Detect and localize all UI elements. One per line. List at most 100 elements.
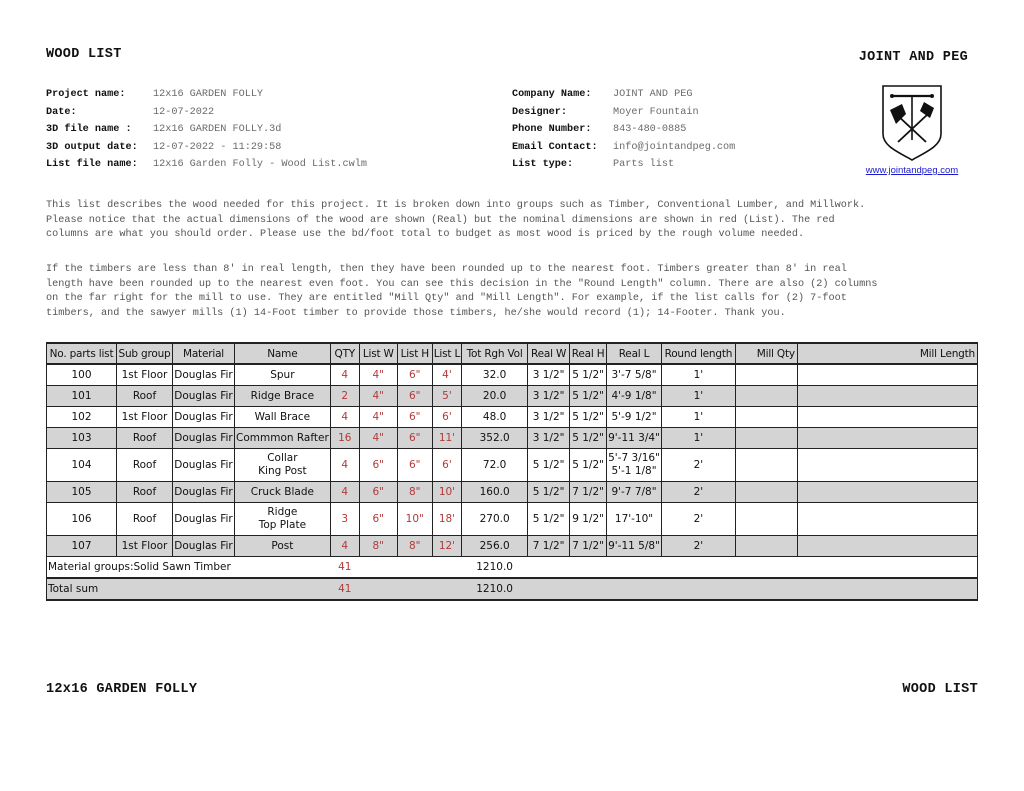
sub-group-cell: Roof (116, 481, 173, 503)
part-name-cell: Cruck Blade (234, 481, 331, 503)
list-length-cell: 18' (431, 502, 463, 536)
table-body: 100 1st Floor Douglas Fir Spur 4 4" 6" 4' 32.0 3 … (46, 363, 979, 557)
table-row: 101 Roof Douglas Fir Ridge Brace 2 4" 6" 5' 20.0… (46, 385, 979, 407)
part-number-cell: 104 (46, 448, 117, 482)
material-cell: Douglas Fir (172, 385, 235, 407)
wood-list-table: No. parts list Sub group Material Name Q… (46, 342, 979, 601)
part-name-cell: Spur (234, 363, 331, 386)
company-info: Company Name: JOINT AND PEG Designer: Moye… (512, 86, 735, 174)
list-height-cell: 6" (396, 427, 433, 449)
list-length-cell: 5' (431, 385, 463, 407)
quantity-cell: 16 (329, 427, 360, 449)
footer-project-name: 12x16 GARDEN FOLLY (46, 682, 198, 697)
list-width-cell: 4" (358, 385, 398, 407)
mill-length-cell[interactable] (796, 363, 979, 386)
table-header-row: No. parts list Sub group Material Name Q… (46, 342, 979, 365)
round-length-cell: 2' (660, 502, 736, 536)
info-label: Company Name: (512, 89, 592, 100)
mill-length-cell[interactable] (796, 448, 979, 482)
real-length-line: 4'-9 1/8" (611, 390, 657, 402)
list-height-cell: 8" (396, 481, 433, 503)
group-volume: 1210.0 (461, 556, 528, 578)
column-header[interactable]: Real H (569, 342, 608, 365)
column-header[interactable]: Mill Length (796, 342, 979, 365)
mill-length-cell[interactable] (796, 481, 979, 503)
mill-length-cell[interactable] (796, 406, 979, 428)
column-header[interactable]: List W (358, 342, 398, 365)
info-label: List file name: (46, 159, 138, 170)
mill-length-cell[interactable] (796, 385, 979, 407)
real-length-cell: 9'-11 5/8" (606, 535, 662, 557)
column-header[interactable]: Real L (606, 342, 662, 365)
round-length-cell: 1' (660, 406, 736, 428)
list-length-cell: 6' (431, 448, 463, 482)
column-header[interactable]: Mill Qty (734, 342, 798, 365)
phone-row: Phone Number: 843-480-0885 (512, 121, 735, 139)
mill-qty-cell[interactable] (734, 481, 798, 503)
quantity-cell: 4 (329, 406, 360, 428)
part-number-cell: 105 (46, 481, 117, 503)
part-number-cell: 100 (46, 363, 117, 386)
real-width-cell: 3 1/2" (527, 385, 571, 407)
part-number-cell: 101 (46, 385, 117, 407)
sub-group-cell: 1st Floor (116, 363, 173, 386)
email-row: Email Contact: info@jointandpeg.com (512, 139, 735, 157)
real-height-cell: 5 1/2" (569, 427, 608, 449)
part-number-cell: 102 (46, 406, 117, 428)
rough-volume-cell: 256.0 (461, 535, 529, 557)
list-width-cell: 6" (358, 481, 398, 503)
material-cell: Douglas Fir (172, 363, 235, 386)
list-height-cell: 6" (396, 448, 433, 482)
column-header[interactable]: Sub group (116, 342, 173, 365)
real-length-cell: 4'-9 1/8" (606, 385, 662, 407)
part-name-cell: Wall Brace (234, 406, 331, 428)
column-header[interactable]: List H (396, 342, 433, 365)
column-header[interactable]: Round length (660, 342, 736, 365)
material-cell: Douglas Fir (172, 481, 235, 503)
column-header[interactable]: Name (234, 342, 331, 365)
table-row: 103 Roof Douglas Fir Commmon Rafter 16 4" 6" 11… (46, 427, 979, 449)
real-length-line: 17'-10" (614, 512, 654, 525)
table-row: 106 Roof Douglas Fir Ridge Top Plate 3 6" 10" 18… (46, 502, 979, 536)
column-header[interactable]: List L (431, 342, 463, 365)
real-length-line: 5'-1 1/8" (611, 465, 657, 477)
real-width-cell: 3 1/2" (527, 363, 571, 386)
material-cell: Douglas Fir (172, 502, 235, 536)
mill-length-cell[interactable] (796, 502, 979, 536)
part-number-cell: 106 (46, 502, 117, 536)
rough-volume-cell: 352.0 (461, 427, 529, 449)
column-header[interactable]: No. parts list (46, 342, 117, 365)
real-height-cell: 7 1/2" (569, 535, 608, 557)
round-length-cell: 2' (660, 481, 736, 503)
mill-qty-cell[interactable] (734, 502, 798, 536)
mill-qty-cell[interactable] (734, 406, 798, 428)
list-file-row: List file name: 12x16 Garden Folly - Wood… (46, 156, 367, 174)
mill-length-cell[interactable] (796, 535, 979, 557)
website-link[interactable]: www.jointandpeg.com (860, 165, 964, 176)
column-header[interactable]: Tot Rgh Vol (461, 342, 529, 365)
real-height-cell: 5 1/2" (569, 363, 608, 386)
real-height-cell: 5 1/2" (569, 448, 608, 482)
part-name-cell: Collar King Post (234, 448, 331, 482)
real-width-cell: 5 1/2" (527, 481, 571, 503)
mill-qty-cell[interactable] (734, 535, 798, 557)
round-length-cell: 1' (660, 427, 736, 449)
mill-length-cell[interactable] (796, 427, 979, 449)
info-value: 12-07-2022 (153, 106, 215, 118)
mill-qty-cell[interactable] (734, 363, 798, 386)
mill-qty-cell[interactable] (734, 385, 798, 407)
mill-qty-cell[interactable] (734, 427, 798, 449)
table-row: 100 1st Floor Douglas Fir Spur 4 4" 6" 4' 32.0 3 … (46, 363, 979, 386)
sub-group-cell: Roof (116, 502, 173, 536)
column-header[interactable]: Material (172, 342, 235, 365)
round-length-cell: 1' (660, 363, 736, 386)
real-length-cell: 5'-9 1/2" (606, 406, 662, 428)
material-cell: Douglas Fir (172, 448, 235, 482)
mill-qty-cell[interactable] (734, 448, 798, 482)
real-height-cell: 5 1/2" (569, 406, 608, 428)
list-length-cell: 11' (431, 427, 463, 449)
file-name-row: 3D file name : 12x16 GARDEN FOLLY.3d (46, 121, 367, 139)
list-length-cell: 4' (431, 363, 463, 386)
column-header[interactable]: Real W (527, 342, 571, 365)
column-header[interactable]: QTY (329, 342, 360, 365)
